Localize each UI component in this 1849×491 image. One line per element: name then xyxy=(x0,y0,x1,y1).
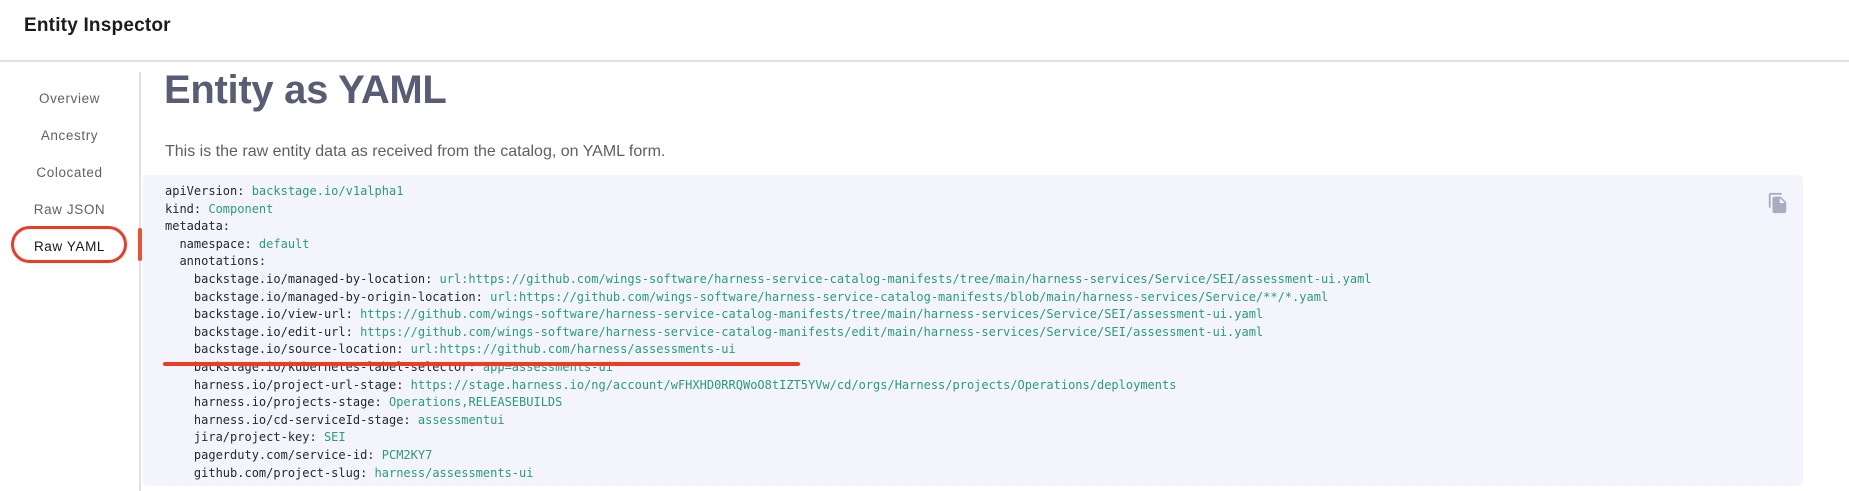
sidebar-item-ancestry[interactable]: Ancestry xyxy=(0,117,139,154)
yaml-line: namespace: default xyxy=(165,236,1803,254)
yaml-line: kind: Component xyxy=(165,201,1803,219)
yaml-value: Component xyxy=(201,202,273,216)
entity-inspector-dialog: Entity Inspector OverviewAncestryColocat… xyxy=(0,0,1849,491)
yaml-value: https://github.com/wings-software/harnes… xyxy=(353,307,1263,321)
yaml-key: backstage.io/edit-url: xyxy=(165,325,353,339)
yaml-value: backstage.io/v1alpha1 xyxy=(244,184,403,198)
sidebar-item-colocated[interactable]: Colocated xyxy=(0,154,139,191)
page-title: Entity as YAML xyxy=(164,68,447,113)
yaml-line: metadata: xyxy=(165,218,1803,236)
yaml-line: harness.io/project-url-stage: https://st… xyxy=(165,377,1803,395)
yaml-value: url:https://github.com/wings-software/ha… xyxy=(432,272,1371,286)
inspector-sidebar: OverviewAncestryColocatedRaw JSONRaw YAM… xyxy=(0,80,139,265)
yaml-line: backstage.io/managed-by-location: url:ht… xyxy=(165,271,1803,289)
yaml-code-block: apiVersion: backstage.io/v1alpha1kind: C… xyxy=(143,175,1803,486)
yaml-value: url:https://github.com/harness/assessmen… xyxy=(403,342,735,356)
yaml-key: metadata: xyxy=(165,219,230,233)
page-subtitle: This is the raw entity data as received … xyxy=(165,143,665,161)
yaml-value: default xyxy=(252,237,310,251)
yaml-line: backstage.io/managed-by-origin-location:… xyxy=(165,289,1803,307)
sidebar-item-overview[interactable]: Overview xyxy=(0,80,139,117)
yaml-line: backstage.io/view-url: https://github.co… xyxy=(165,306,1803,324)
yaml-line: annotations: xyxy=(165,253,1803,271)
sidebar-item-raw-yaml[interactable]: Raw YAML xyxy=(0,228,139,265)
yaml-value: assessmentui xyxy=(411,413,505,427)
yaml-key: jira/project-key: xyxy=(165,430,317,444)
yaml-key: backstage.io/view-url: xyxy=(165,307,353,321)
yaml-key: harness.io/cd-serviceId-stage: xyxy=(165,413,411,427)
yaml-line: jira/project-key: SEI xyxy=(165,429,1803,447)
yaml-key: harness.io/projects-stage: xyxy=(165,395,382,409)
yaml-line: backstage.io/source-location: url:https:… xyxy=(165,341,1803,359)
yaml-line: pagerduty.com/service-id: PCM2KY7 xyxy=(165,447,1803,465)
sidebar-divider xyxy=(139,72,141,491)
active-tab-indicator xyxy=(138,228,142,261)
yaml-value: url:https://github.com/wings-software/ha… xyxy=(483,290,1328,304)
yaml-key: github.com/project-slug: xyxy=(165,466,367,480)
sidebar-item-raw-json[interactable]: Raw JSON xyxy=(0,191,139,228)
yaml-value: app=assessments-ui xyxy=(476,360,613,374)
yaml-line: harness.io/projects-stage: Operations,RE… xyxy=(165,394,1803,412)
yaml-key: annotations: xyxy=(165,254,266,268)
yaml-value: https://github.com/wings-software/harnes… xyxy=(353,325,1263,339)
yaml-value: PCM2KY7 xyxy=(375,448,433,462)
yaml-key: backstage.io/managed-by-origin-location: xyxy=(165,290,483,304)
yaml-content: apiVersion: backstage.io/v1alpha1kind: C… xyxy=(143,175,1803,482)
yaml-key: pagerduty.com/service-id: xyxy=(165,448,375,462)
yaml-line: backstage.io/kubernetes-label-selector: … xyxy=(165,359,1803,377)
yaml-key: apiVersion: xyxy=(165,184,244,198)
yaml-value: https://stage.harness.io/ng/account/wFHX… xyxy=(403,378,1176,392)
yaml-value: harness/assessments-ui xyxy=(367,466,533,480)
yaml-line: backstage.io/edit-url: https://github.co… xyxy=(165,324,1803,342)
yaml-key: backstage.io/kubernetes-label-selector: xyxy=(165,360,476,374)
yaml-line: github.com/project-slug: harness/assessm… xyxy=(165,465,1803,483)
yaml-key: backstage.io/managed-by-location: xyxy=(165,272,432,286)
yaml-key: harness.io/project-url-stage: xyxy=(165,378,403,392)
copy-icon xyxy=(1767,192,1789,214)
yaml-value: SEI xyxy=(317,430,346,444)
header-divider xyxy=(0,60,1849,62)
yaml-value: Operations,RELEASEBUILDS xyxy=(382,395,563,409)
copy-button[interactable] xyxy=(1764,189,1792,217)
yaml-key: backstage.io/source-location: xyxy=(165,342,403,356)
yaml-key: kind: xyxy=(165,202,201,216)
dialog-title: Entity Inspector xyxy=(24,15,171,37)
yaml-line: harness.io/cd-serviceId-stage: assessmen… xyxy=(165,412,1803,430)
yaml-key: namespace: xyxy=(165,237,252,251)
yaml-line: apiVersion: backstage.io/v1alpha1 xyxy=(165,183,1803,201)
